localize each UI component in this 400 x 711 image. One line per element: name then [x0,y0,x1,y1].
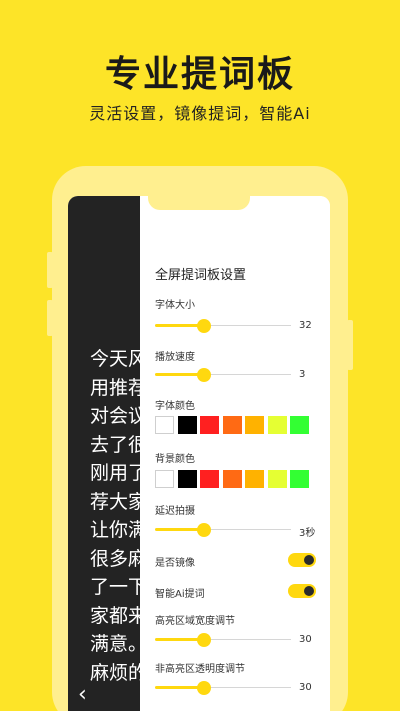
color-swatch[interactable] [245,416,264,434]
teleprompter-line: 用推荐 [90,376,140,399]
settings-panel: 全屏提词板设置 字体大小 32 播放速度 3 字体颜色 背景颜色 延迟拍摄 3秒… [141,196,330,711]
slider-knob[interactable] [196,368,211,382]
color-swatch[interactable] [222,416,242,434]
font-color-label: 字体颜色 [155,401,195,412]
settings-title: 全屏提词板设置 [155,268,247,283]
phone-notch [148,196,250,210]
teleprompter-line: 了一下 [90,576,140,598]
hero-subtitle: 灵活设置，镜像提词，智能Ai [89,104,311,123]
color-swatch[interactable] [290,416,309,434]
color-swatch[interactable] [155,416,174,434]
delay-slider[interactable] [155,522,291,538]
mirror-label: 是否镜像 [155,558,195,569]
highlight-width-label: 高亮区域宽度调节 [155,616,235,627]
teleprompter-line: 让你满 [90,519,140,541]
slider-knob[interactable] [196,681,211,695]
teleprompter-line: 对会议 [90,405,140,427]
color-swatch[interactable] [177,416,197,434]
teleprompter-line: 荐大家 [90,490,140,513]
color-swatch[interactable] [177,470,197,488]
speed-slider[interactable] [155,367,291,383]
color-swatch[interactable] [200,416,219,434]
highlight-width-slider[interactable] [155,632,291,648]
color-swatch[interactable] [290,470,309,488]
font-size-label: 字体大小 [155,300,195,311]
teleprompter-pane: 今天风用推荐对会议去了很刚用了荐大家让你满很多麻了一下家都来满意。麻烦的 ‹ [68,196,140,711]
font-size-value: 32 [299,320,312,331]
color-swatch[interactable] [155,470,174,488]
teleprompter-line: 家都来 [90,604,140,627]
opacity-label: 非高亮区透明度调节 [155,664,245,675]
slider-knob[interactable] [196,319,211,333]
opacity-slider[interactable] [155,680,291,696]
mirror-toggle[interactable] [288,553,316,567]
color-swatch[interactable] [245,470,264,488]
phone-screen: 今天风用推荐对会议去了很刚用了荐大家让你满很多麻了一下家都来满意。麻烦的 ‹ 全… [68,196,330,711]
slider-knob[interactable] [196,633,211,647]
teleprompter-line: 麻烦的 [90,661,140,684]
color-swatch[interactable] [222,470,242,488]
ai-prompt-toggle[interactable] [288,584,316,598]
slider-knob[interactable] [196,523,211,537]
hero-title: 专业提词板 [104,54,295,95]
bg-color-label: 背景颜色 [155,454,195,465]
color-swatch[interactable] [200,470,219,488]
teleprompter-line: 很多麻 [90,547,140,570]
speed-value: 3 [299,369,306,380]
teleprompter-line: 满意。 [90,633,140,655]
highlight-width-value: 30 [299,634,312,645]
opacity-value: 30 [299,682,312,693]
teleprompter-line: 去了很 [90,433,140,456]
bg-color-swatches [155,470,315,488]
font-size-slider[interactable] [155,318,291,334]
color-swatch[interactable] [267,416,287,434]
teleprompter-line: 今天风 [90,348,140,370]
delay-label: 延迟拍摄 [155,506,195,517]
speed-label: 播放速度 [155,352,195,363]
ai-prompt-label: 智能Ai提词 [155,589,205,600]
color-swatch[interactable] [267,470,287,488]
font-color-swatches [155,416,315,434]
delay-value: 3秒 [299,528,316,539]
teleprompter-line: 刚用了 [90,462,140,484]
chevron-left-icon[interactable]: ‹ [78,682,87,707]
